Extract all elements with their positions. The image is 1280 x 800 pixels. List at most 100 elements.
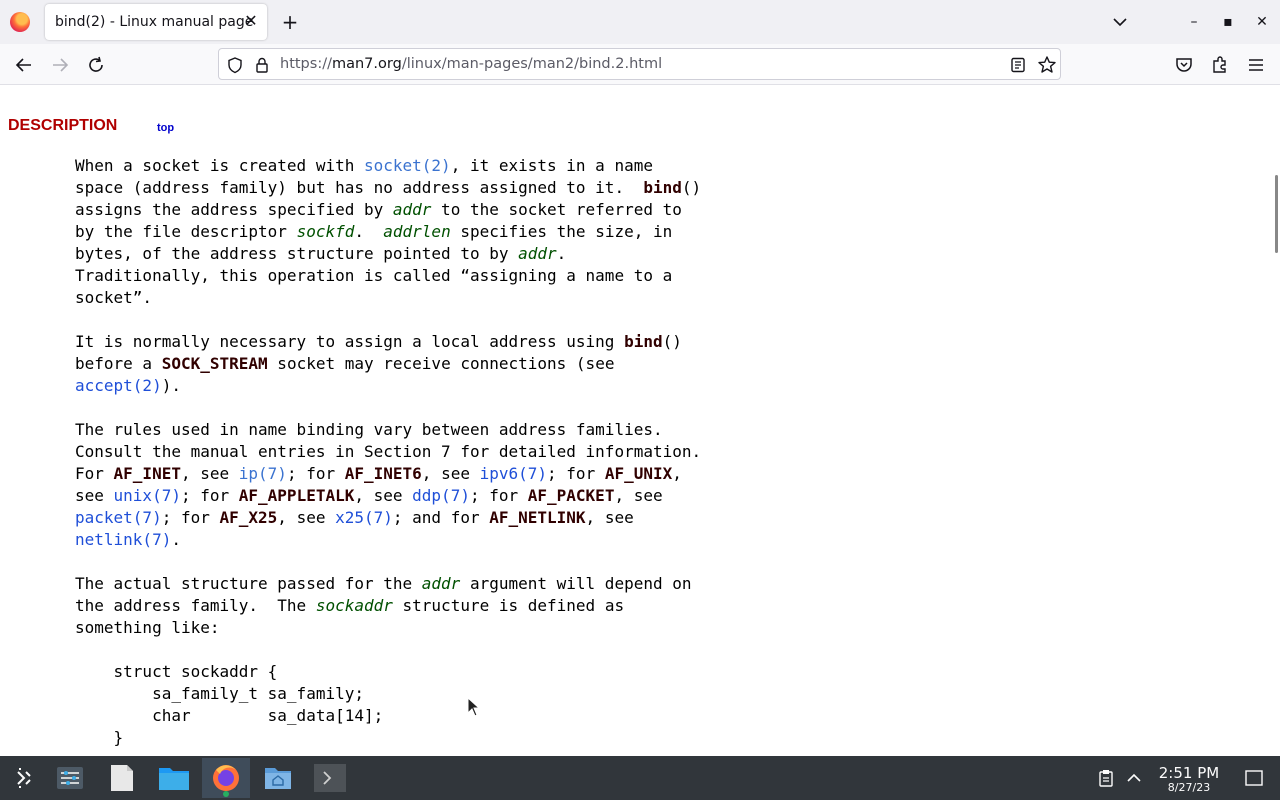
text-line: char sa_data[14];: [75, 705, 701, 727]
forward-button[interactable]: [48, 53, 72, 77]
text-segment: before a: [75, 354, 162, 373]
text-segment: , see: [180, 464, 239, 483]
bold-term: AF_X25: [219, 508, 278, 527]
text-segment: , see: [421, 464, 480, 483]
tab-list-chevron-icon[interactable]: [1110, 12, 1130, 32]
man-page-link[interactable]: netlink(7): [75, 530, 171, 549]
url-bar[interactable]: https://man7.org/linux/man-pages/man2/bi…: [218, 48, 1061, 80]
taskbar: 2:51 PM 8/27/23: [0, 756, 1280, 800]
text-segment: It is normally necessary to assign a loc…: [75, 332, 625, 351]
text-segment: The rules used in name binding vary betw…: [75, 420, 663, 439]
text-segment: , see: [354, 486, 413, 505]
terminal-icon: [314, 764, 346, 792]
minimize-button[interactable]: –: [1184, 12, 1204, 32]
text-segment: specifies the size, in: [450, 222, 673, 241]
file-manager-taskbar-button[interactable]: [150, 758, 198, 798]
pocket-button[interactable]: [1172, 53, 1196, 77]
text-segment: For: [75, 464, 114, 483]
text-segment: .: [171, 530, 181, 549]
clipboard-icon[interactable]: [1096, 768, 1116, 788]
bookmark-star-icon[interactable]: [1037, 55, 1057, 75]
section-heading: DESCRIPTION: [8, 117, 118, 134]
terminal-taskbar-button[interactable]: [306, 758, 354, 798]
top-link[interactable]: top: [157, 122, 174, 134]
text-line: bytes, of the address structure pointed …: [75, 243, 701, 265]
man-page-link[interactable]: ipv6(7): [480, 464, 547, 483]
man-page-link[interactable]: x25(7): [335, 508, 393, 527]
home-folder-icon: [265, 768, 291, 789]
text-line: accept(2)).: [75, 375, 701, 397]
show-desktop-icon[interactable]: [1244, 768, 1264, 788]
home-folder-taskbar-button[interactable]: [254, 758, 302, 798]
back-button[interactable]: [12, 53, 36, 77]
man-page-link[interactable]: accept(2): [75, 376, 162, 395]
man-page-link[interactable]: packet(7): [75, 508, 162, 527]
text-line: }: [75, 727, 701, 749]
tab-bar: bind(2) - Linux manual page ✕ + – ▪ ✕: [0, 0, 1280, 44]
text-segment: , see: [277, 508, 336, 527]
text-editor-taskbar-button[interactable]: [98, 758, 146, 798]
hamburger-menu-icon: [1249, 59, 1263, 71]
shield-icon[interactable]: [226, 56, 244, 74]
italic-term: addr: [518, 244, 557, 263]
pocket-icon: [1176, 58, 1192, 72]
man-page-link[interactable]: unix(7): [114, 486, 181, 505]
text-line: The rules used in name binding vary betw…: [75, 419, 701, 441]
new-tab-button[interactable]: +: [280, 12, 300, 32]
reader-view-icon[interactable]: [1009, 56, 1027, 74]
man-page-link[interactable]: ip(7): [239, 464, 287, 483]
text-line: netlink(7).: [75, 529, 701, 551]
text-line: packet(7); for AF_X25, see x25(7); and f…: [75, 507, 701, 529]
text-segment: char sa_data[14];: [75, 706, 384, 725]
page-content: DESCRIPTION top When a socket is created…: [0, 85, 1270, 756]
text-segment: Traditionally, this operation is called …: [75, 266, 673, 285]
bold-term: bind: [643, 178, 682, 197]
text-segment: ; for: [286, 464, 345, 483]
text-segment: .: [354, 222, 384, 241]
tab-bind-manual[interactable]: bind(2) - Linux manual page ✕: [45, 4, 267, 40]
text-segment: socket may receive connections (see: [267, 354, 615, 373]
chevron-up-icon[interactable]: [1124, 768, 1144, 788]
firefox-taskbar-button[interactable]: [202, 758, 250, 798]
close-window-button[interactable]: ✕: [1252, 12, 1272, 32]
bold-term: AF_NETLINK: [489, 508, 586, 527]
text-line: Consult the manual entries in Section 7 …: [75, 441, 701, 463]
extensions-button[interactable]: [1208, 53, 1232, 77]
settings-icon: [57, 767, 83, 789]
text-line: something like:: [75, 617, 701, 639]
menu-button[interactable]: [1244, 53, 1268, 77]
bold-term: AF_INET6: [344, 464, 422, 483]
system-settings-taskbar-button[interactable]: [46, 758, 94, 798]
clock-time[interactable]: 2:51 PM: [1150, 764, 1228, 782]
application-launcher-button[interactable]: [0, 758, 48, 798]
url-domain: man7.org: [331, 56, 402, 72]
man-page-link[interactable]: ddp(7): [412, 486, 470, 505]
page-scrollbar[interactable]: [1270, 85, 1280, 756]
text-segment: ; for: [161, 508, 220, 527]
text-segment: by the file descriptor: [75, 222, 297, 241]
firefox-icon: [213, 765, 239, 797]
reload-button[interactable]: [84, 53, 108, 77]
url-text[interactable]: https://man7.org/linux/man-pages/man2/bi…: [280, 56, 662, 72]
folder-icon: [159, 768, 189, 790]
scrollbar-thumb[interactable]: [1275, 175, 1278, 253]
maximize-button[interactable]: ▪: [1218, 12, 1238, 32]
text-segment: (): [681, 178, 702, 197]
bold-term: AF_INET: [113, 464, 181, 483]
text-segment: socket”.: [75, 288, 153, 307]
text-line: space (address family) but has no addres…: [75, 177, 701, 199]
text-line: Traditionally, this operation is called …: [75, 265, 701, 287]
lock-icon[interactable]: [253, 56, 271, 74]
text-segment: , see: [614, 486, 663, 505]
text-line: struct sockaddr {: [75, 661, 701, 683]
tab-close-icon[interactable]: ✕: [243, 13, 259, 29]
firefox-logo-icon[interactable]: [10, 12, 30, 32]
man-page-link[interactable]: socket(2): [364, 156, 451, 175]
clock-date[interactable]: 8/27/23: [1150, 781, 1228, 794]
text-line: For AF_INET, see ip(7); for AF_INET6, se…: [75, 463, 701, 485]
bold-term: AF_PACKET: [527, 486, 615, 505]
